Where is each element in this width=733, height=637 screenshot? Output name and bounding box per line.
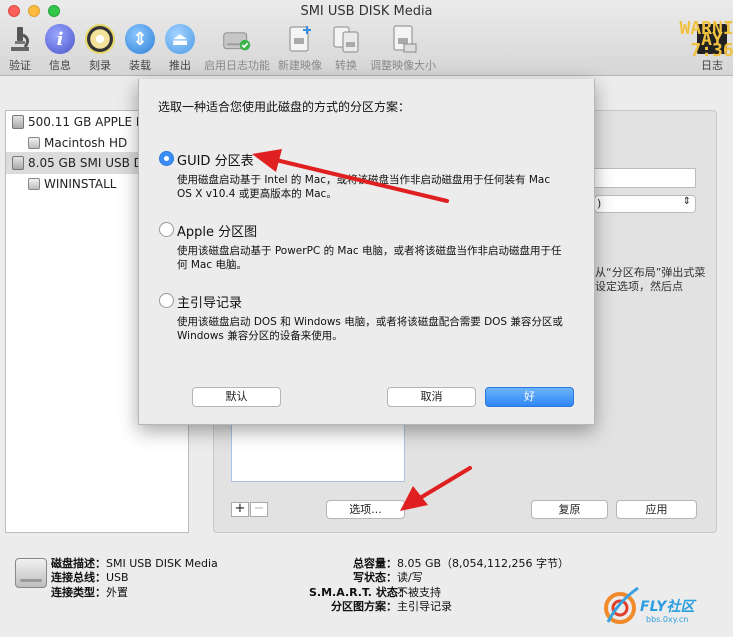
info-row: 分区图方案：主引导记录 (309, 600, 569, 614)
disk-info-left: 磁盘描述：SMI USB DISK Media 连接总线：USB 连接类型：外置 (30, 557, 218, 600)
format-select-fragment: ) (597, 197, 602, 210)
info-row: S.M.A.R.T. 状态：不被支持 (309, 586, 569, 600)
eject-icon: ⏏ (165, 24, 195, 54)
toolbar-resize-image-label: 调整映像大小 (370, 59, 436, 72)
info-value: USB (106, 571, 129, 585)
desc-line: 何 Mac 电脑。 (177, 259, 247, 271)
toolbar: SMI USB DISK Media 验证 i 信息 刻录 ⇕ 装载 ⏏ 推出 (0, 0, 733, 76)
mbr-radio[interactable] (159, 293, 174, 308)
chevron-updown-icon: ⇕ (682, 196, 691, 207)
watermark-icon (604, 586, 639, 624)
mbr-label[interactable]: 主引导记录 (177, 292, 242, 311)
remove-partition-button[interactable]: − (250, 502, 268, 517)
info-value: 主引导记录 (397, 599, 452, 613)
info-value: 8.05 GB（8,054,112,256 字节） (397, 557, 570, 570)
log-icon: WARNINAY 7:36 (679, 20, 733, 60)
apple-partition-radio[interactable] (159, 222, 174, 237)
resize-image-icon (388, 24, 418, 54)
disk-utility-window: SMI USB DISK Media 验证 i 信息 刻录 ⇕ 装载 ⏏ 推出 (0, 0, 733, 637)
info-key: 连接总线： (51, 571, 106, 585)
format-select[interactable]: ) ⇕ (594, 195, 696, 213)
guid-label[interactable]: GUID 分区表 (177, 150, 254, 169)
usb-disk-icon (12, 156, 24, 170)
window-title: SMI USB DISK Media (300, 4, 433, 19)
info-key: 写状态： (353, 571, 397, 585)
hard-disk-icon (12, 115, 24, 129)
sheet-title: 选取一种适合您使用此磁盘的方式的分区方案： (158, 100, 411, 114)
sidebar-item-label: WININSTALL (44, 177, 117, 191)
fly-watermark-logo: FLY社区 bbs.0xy.cn (602, 582, 730, 632)
mount-icon: ⇕ (125, 24, 155, 54)
info-row: 写状态：读/写 (309, 571, 569, 585)
info-row: 磁盘描述：SMI USB DISK Media (30, 557, 218, 571)
partition-layout-box[interactable] (231, 420, 405, 482)
desc-line: Windows 兼容分区的设备来使用。 (177, 330, 343, 342)
default-button[interactable]: 默认 (192, 387, 281, 407)
convert-icon (331, 24, 361, 54)
info-value: 不被支持 (397, 585, 441, 599)
guid-description: 使用磁盘启动基于 Intel 的 Mac，或将该磁盘当作非启动磁盘用于任何装有 … (177, 173, 577, 201)
cancel-button[interactable]: 取消 (387, 387, 476, 407)
info-key: S.M.A.R.T. 状态： (309, 585, 409, 599)
info-key: 磁盘描述： (51, 557, 106, 570)
volume-icon (28, 178, 40, 190)
sidebar-item-label: 500.11 GB APPLE HD (28, 115, 155, 129)
info-value: 外置 (106, 585, 128, 599)
apply-button[interactable]: 应用 (616, 500, 697, 519)
volume-icon (28, 137, 40, 149)
info-key: 分区图方案： (331, 599, 397, 613)
journal-disk-icon (222, 24, 252, 54)
info-value: SMI USB DISK Media (106, 557, 218, 570)
toolbar-resize-image-button[interactable]: 调整映像大小 (366, 24, 440, 73)
info-value: 读/写 (397, 571, 423, 585)
desc-line: 使用该磁盘启动基于 PowerPC 的 Mac 电脑，或者将该磁盘当作非启动磁盘… (177, 245, 562, 257)
new-image-icon (285, 24, 315, 54)
watermark-text: FLY社区 (640, 599, 695, 615)
help-text-line2: 设定选项，然后点 (595, 280, 683, 293)
watermark-url: bbs.0xy.cn (646, 615, 689, 624)
options-button[interactable]: 选项... (326, 500, 405, 519)
info-icon: i (45, 24, 75, 54)
ok-button[interactable]: 好 (485, 387, 574, 407)
desc-line: 使用该磁盘启动 DOS 和 Windows 电脑，或者将该磁盘配合需要 DOS … (177, 316, 563, 328)
desc-line: OS X v10.4 或更高版本的 Mac。 (177, 188, 337, 200)
toolbar-eject-button[interactable]: ⏏ 推出 (152, 24, 208, 73)
revert-button[interactable]: 复原 (531, 500, 608, 519)
apple-partition-label[interactable]: Apple 分区图 (177, 221, 257, 240)
toolbar-eject-label: 推出 (169, 59, 191, 72)
info-key: 总容量： (353, 557, 397, 570)
mbr-description: 使用该磁盘启动 DOS 和 Windows 电脑，或者将该磁盘配合需要 DOS … (177, 315, 577, 343)
toolbar-log-button[interactable]: WARNINAY 7:36 日志 (679, 20, 733, 73)
info-row: 总容量：8.05 GB（8,054,112,256 字节） (309, 557, 569, 571)
volume-name-field[interactable] (594, 168, 696, 188)
guid-radio[interactable] (159, 151, 174, 166)
info-row: 连接类型：外置 (30, 586, 218, 600)
disk-info-right: 总容量：8.05 GB（8,054,112,256 字节） 写状态：读/写 S.… (309, 557, 569, 614)
microscope-icon (5, 24, 35, 54)
apple-partition-description: 使用该磁盘启动基于 PowerPC 的 Mac 电脑，或者将该磁盘当作非启动磁盘… (177, 244, 577, 272)
partition-scheme-sheet: 选取一种适合您使用此磁盘的方式的分区方案： GUID 分区表 使用磁盘启动基于 … (138, 79, 595, 425)
add-partition-button[interactable]: + (231, 502, 249, 517)
info-key: 连接类型： (51, 585, 106, 599)
sidebar-item-label: Macintosh HD (44, 136, 128, 150)
burn-icon (85, 24, 115, 54)
toolbar-journal-label: 启用日志功能 (204, 59, 270, 72)
info-row: 连接总线：USB (30, 571, 218, 585)
toolbar-journal-button[interactable]: 启用日志功能 (203, 24, 271, 73)
desc-line: 使用磁盘启动基于 Intel 的 Mac，或将该磁盘当作非启动磁盘用于任何装有 … (177, 174, 551, 186)
